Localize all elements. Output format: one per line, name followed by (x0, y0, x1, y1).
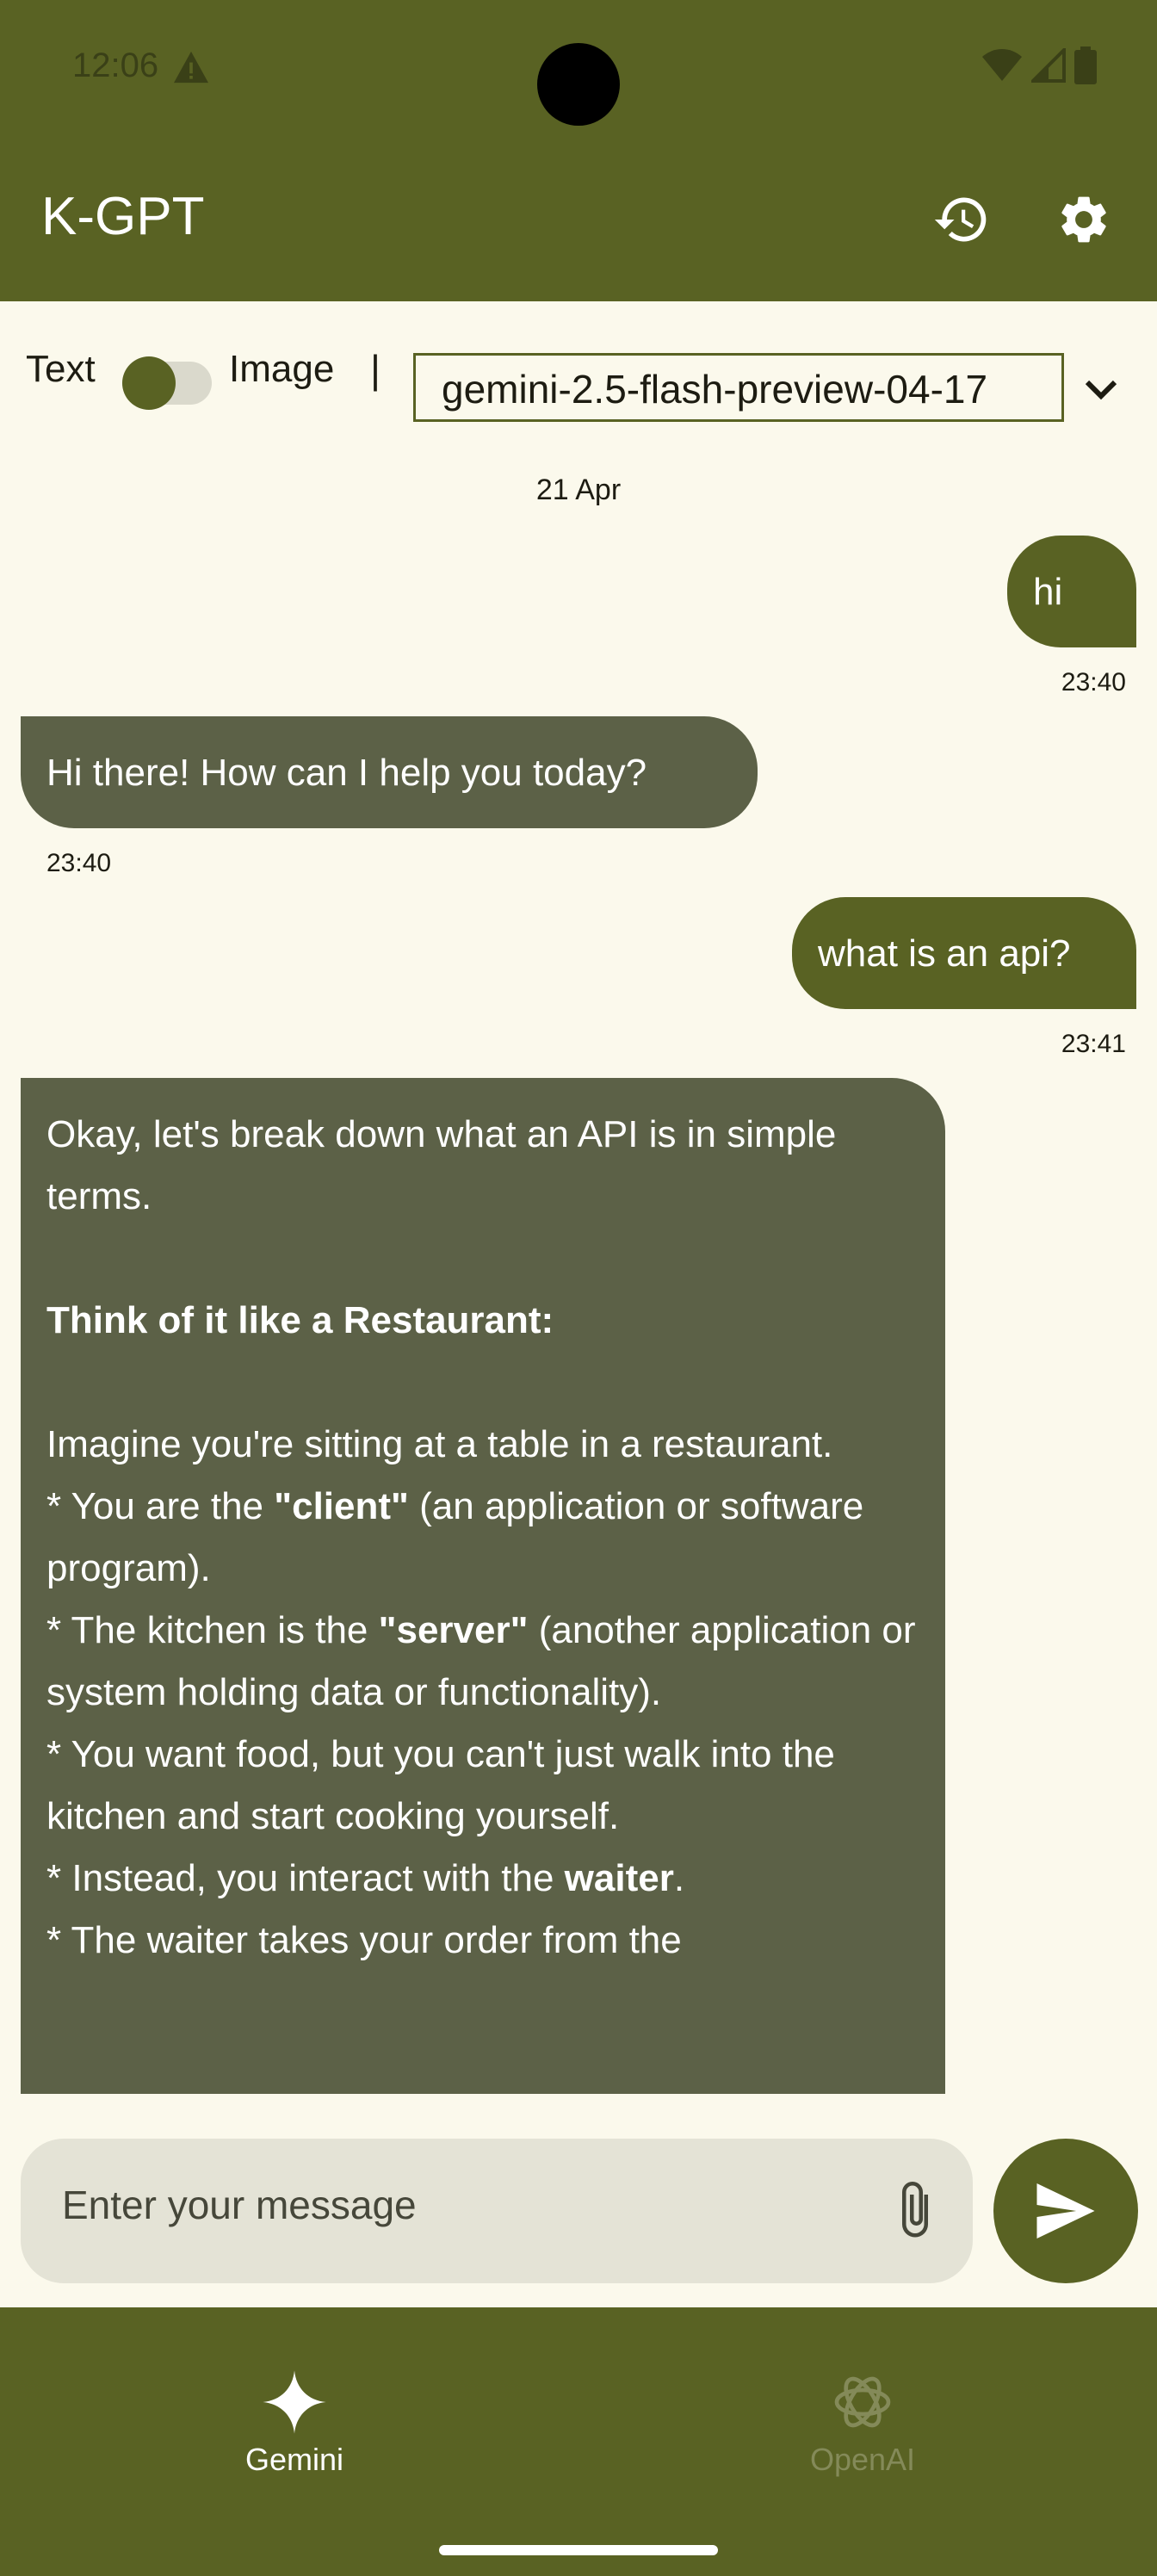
bottom-navigation: Gemini OpenAI (0, 2307, 1157, 2576)
warning-icon (174, 51, 208, 84)
send-icon (1036, 2183, 1095, 2239)
toggle-knob (122, 356, 176, 410)
nav-label-openai: OpenAI (809, 2442, 916, 2477)
date-divider: 21 Apr (535, 474, 622, 506)
settings-button[interactable] (1045, 181, 1123, 258)
response-bullet: * The kitchen is the "server" (another a… (46, 1609, 916, 1713)
app-title: K-GPT (41, 187, 205, 246)
battery-icon (1074, 46, 1097, 84)
mode-toggle[interactable] (122, 356, 212, 410)
wifi-icon (982, 49, 1022, 81)
status-icons (981, 46, 1097, 84)
response-bullet: * You are the "client" (an application o… (46, 1485, 864, 1589)
image-mode-label: Image (229, 348, 335, 390)
model-dropdown-button[interactable] (1076, 365, 1126, 415)
text-mode-label: Text (26, 348, 96, 390)
message-time: 23:40 (46, 849, 112, 877)
message-time: 23:41 (1061, 1030, 1126, 1058)
gear-icon (1061, 196, 1106, 243)
status-time: 12:06 (72, 46, 159, 84)
user-message: what is an api? (792, 897, 1136, 1009)
message-time: 23:40 (1061, 668, 1126, 697)
openai-logo-icon (834, 2376, 891, 2428)
app-bar: K-GPT (0, 138, 1157, 301)
user-message: hi (1007, 536, 1136, 647)
response-paragraph: Imagine you're sitting at a table in a r… (46, 1423, 833, 1465)
chat-content: Text Image | gemini-2.5-flash-preview-04… (0, 301, 1157, 2307)
nav-item-gemini[interactable]: Gemini (165, 2368, 424, 2478)
mode-separator: | (370, 347, 381, 392)
home-indicator[interactable] (439, 2545, 718, 2555)
mode-row: Text Image | gemini-2.5-flash-preview-04… (0, 327, 1157, 422)
model-value: gemini-2.5-flash-preview-04-17 (442, 367, 988, 412)
response-bullet: * The waiter takes your order from the (46, 1919, 682, 1961)
paperclip-icon (902, 2182, 928, 2238)
status-bar: 12:06 (0, 0, 1157, 138)
camera-cutout (537, 43, 620, 126)
device-screen: 12:06 K-GPT Text Image | gemini-2.5-flas… (0, 0, 1157, 2576)
response-heading: Think of it like a Restaurant: (46, 1299, 554, 1341)
signal-icon (1031, 48, 1066, 83)
chevron-down-icon (1085, 380, 1117, 400)
history-button[interactable] (923, 181, 1000, 258)
history-icon (934, 197, 987, 242)
bot-message: Hi there! How can I help you today? (21, 716, 758, 828)
message-input[interactable] (62, 2182, 837, 2228)
nav-item-openai[interactable]: OpenAI (733, 2368, 992, 2478)
nav-label-gemini: Gemini (244, 2442, 344, 2477)
attach-button[interactable] (883, 2178, 947, 2242)
response-intro: Okay, let's break down what an API is in… (46, 1113, 837, 1217)
model-selector[interactable]: gemini-2.5-flash-preview-04-17 (413, 353, 1064, 422)
response-bullet: * You want food, but you can't just walk… (46, 1733, 835, 1837)
bot-message-long: Okay, let's break down what an API is in… (21, 1078, 945, 2094)
response-bullet: * Instead, you interact with the waiter. (46, 1857, 685, 1899)
sparkle-icon (263, 2370, 326, 2434)
send-button[interactable] (993, 2139, 1138, 2283)
message-composer (21, 2139, 973, 2283)
